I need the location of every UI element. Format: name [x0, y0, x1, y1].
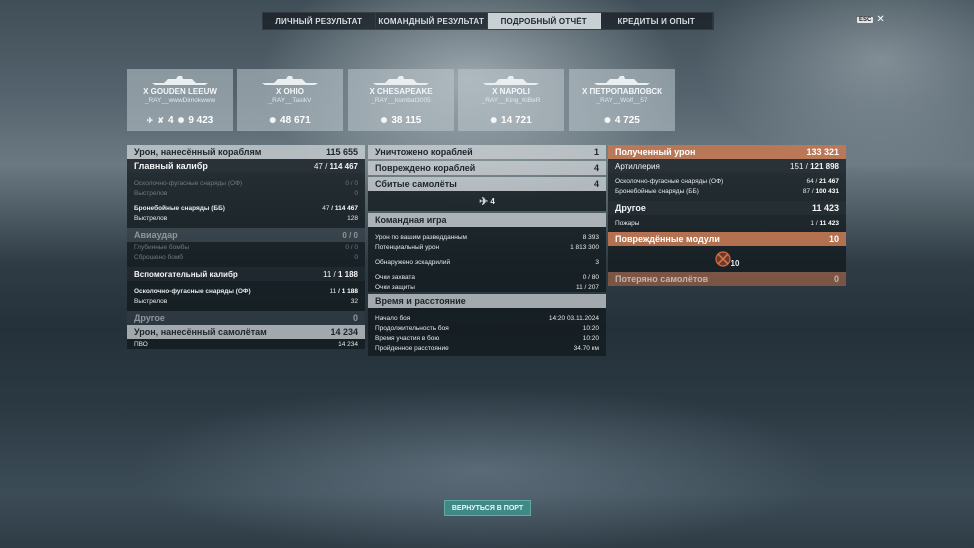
depth-charges-row: Глубинные бомбы 0 / 0	[127, 242, 365, 252]
player-name: _RAY__King_KiBeR	[481, 97, 541, 104]
ship-silhouette-icon	[373, 76, 429, 85]
main-battery-value: 47 / 114 467	[313, 161, 358, 171]
ship-name: X CHESAPEAKE	[369, 87, 433, 96]
close-icon: ✕	[876, 14, 885, 25]
ship-stats: ✺ 4 725	[569, 115, 675, 126]
planes-shot-icon-value: 4	[490, 196, 495, 206]
main-he-shots-row: Выстрелов 0	[127, 188, 365, 198]
ship-silhouette-icon	[483, 76, 539, 85]
damaged-modules-icon-value: 10	[730, 258, 740, 268]
damage-value: 48 671	[280, 115, 311, 126]
ship-name: X OHIO	[275, 87, 304, 96]
team-play-header: Командная игра	[368, 213, 606, 227]
plane-damage-header: Урон, нанесённый самолётам 14 234	[127, 325, 365, 339]
damage-dealt-panel: Урон, нанесённый кораблям 115 655 Главны…	[127, 145, 365, 349]
damaged-modules-icon-row: 10	[608, 246, 846, 272]
participation-time-row: Время участия в бою 10:20	[368, 333, 606, 343]
defense-points-row: Очки защиты 11 / 207	[368, 282, 606, 292]
team-stats-panel: Уничтожено кораблей 1 Повреждено кораблей…	[368, 145, 606, 356]
plane-kill-icon: ✈	[479, 195, 489, 208]
fires-row: Пожары 1 / 11 423	[608, 218, 846, 228]
ship-damage-header: Урон, нанесённый кораблям 115 655	[127, 145, 365, 159]
distance-row: Пройденное расстояние 34.70 км	[368, 343, 606, 353]
player-name: _RAY__wwwDimokwww	[144, 97, 216, 104]
damage-value: 9 423	[188, 115, 214, 126]
ship-card[interactable]: X NAPOLI _RAY__King_KiBeR ✺ 14 721	[458, 69, 564, 131]
time-distance-header: Время и расстояние	[368, 294, 606, 308]
ships-damaged-row: Повреждено кораблей 4	[368, 161, 606, 175]
tab-credits-xp[interactable]: КРЕДИТЫ И ОПЫТ	[601, 13, 713, 29]
tab-detailed-report[interactable]: ПОДРОБНЫЙ ОТЧЁТ	[488, 13, 601, 29]
aa-row: ПВО 14 234	[127, 339, 365, 349]
main-battery-label: Главный калибр	[134, 161, 208, 171]
bombs-dropped-row: Сброшено бомб 0	[127, 252, 365, 262]
damage-value: 14 721	[501, 115, 532, 126]
ship-silhouette-icon	[152, 76, 208, 85]
spotting-damage-row: Урон по вашим разведданным 8 393	[368, 232, 606, 242]
ship-card[interactable]: X CHESAPEAKE _RAY__kombat3005 ✺ 38 115	[348, 69, 454, 131]
lost-planes-header: Потеряно самолётов 0	[608, 272, 846, 286]
ship-name: X NAPOLI	[492, 87, 530, 96]
result-tabs: ЛИЧНЫЙ РЕЗУЛЬТАТ КОМАНДНЫЙ РЕЗУЛЬТАТ ПОД…	[262, 12, 714, 30]
player-name: _RAY__Wolf__57	[596, 97, 648, 104]
main-ap-shots-row: Выстрелов 128	[127, 213, 365, 223]
ship-stats: ✺ 48 671	[237, 115, 343, 126]
damage-icon: ✺	[490, 116, 498, 125]
ship-stats: ✺ 14 721	[458, 115, 564, 126]
damaged-modules-header: Повреждённые модули 10	[608, 232, 846, 246]
damage-value: 38 115	[391, 115, 422, 126]
potential-damage-row: Потенциальный урон 1 813 300	[368, 242, 606, 252]
secondary-he-row: Осколочно-фугасные снаряды (ОФ) 11 / 1 1…	[127, 286, 365, 296]
plane-icon: ✈	[146, 116, 154, 125]
damage-received-panel: Полученный урон 133 321 Артиллерия 151 / …	[608, 145, 846, 286]
planes-shot-value: 4	[168, 115, 174, 126]
ship-name: X ПЕТРОПАВЛОВСК	[581, 87, 663, 96]
ships-destroyed-row: Уничтожено кораблей 1	[368, 145, 606, 159]
received-ap-row: Бронебойные снаряды (ББ) 87 / 100 431	[608, 186, 846, 196]
airstrike-header: Авиаудар 0 / 0	[127, 228, 365, 242]
received-damage-header: Полученный урон 133 321	[608, 145, 846, 159]
received-he-row: Осколочно-фугасные снаряды (ОФ) 64 / 21 …	[608, 176, 846, 186]
ship-card[interactable]: X OHIO _RAY__TasikV ✺ 48 671	[237, 69, 343, 131]
close-button[interactable]: ESC ✕	[857, 14, 885, 25]
secondary-battery-header: Вспомогательный калибр 11 / 1 188	[127, 267, 365, 281]
artillery-header: Артиллерия 151 / 121 898	[608, 159, 846, 173]
tab-team[interactable]: КОМАНДНЫЙ РЕЗУЛЬТАТ	[376, 13, 488, 29]
ship-stats: ✈ ✘ 4 ✺ 9 423	[127, 115, 233, 126]
damage-icon: ✺	[380, 116, 388, 125]
damaged-module-icon	[714, 251, 731, 267]
received-other-header: Другое 11 423	[608, 201, 846, 215]
ship-silhouette-icon	[594, 76, 650, 85]
main-ap-row: Бронебойные снаряды (ББ) 47 / 114 467	[127, 203, 365, 213]
other-damage-header: Другое 0	[127, 311, 365, 325]
player-name: _RAY__TasikV	[268, 97, 312, 104]
battle-start-row: Начало боя 14:20 03.11.2024	[368, 313, 606, 323]
ship-name: X GOUDEN LEEUW	[143, 87, 217, 96]
main-he-row: Осколочно-фугасные снаряды (ОФ) 0 / 0	[127, 178, 365, 188]
damage-icon: ✺	[604, 116, 611, 125]
planes-shot-icon-row: ✈ 4	[368, 191, 606, 211]
battle-duration-row: Продолжительность боя 10:20	[368, 323, 606, 333]
main-battery-header: Главный калибр 47 / 114 467	[127, 159, 365, 173]
ship-card[interactable]: X ПЕТРОПАВЛОВСК _RAY__Wolf__57 ✺ 4 725	[569, 69, 675, 131]
ship-card[interactable]: X GOUDEN LEEUW _RAY__wwwDimokwww ✈ ✘ 4 ✺…	[127, 69, 233, 131]
ship-silhouette-icon	[262, 76, 318, 85]
return-to-port-button[interactable]: ВЕРНУТЬСЯ В ПОРТ	[444, 500, 531, 516]
esc-key-label: ESC	[857, 16, 874, 23]
planes-shot-row: Сбитые самолёты 4	[368, 177, 606, 191]
aa-kill-icon: ✘	[157, 116, 165, 125]
squadrons-spotted-row: Обнаружено эскадрилий 3	[368, 257, 606, 267]
tab-personal[interactable]: ЛИЧНЫЙ РЕЗУЛЬТАТ	[263, 13, 376, 29]
damage-value: 4 725	[614, 115, 640, 126]
ship-damage-label: Урон, нанесённый кораблям	[134, 147, 262, 157]
ship-damage-value: 115 655	[325, 147, 358, 157]
damage-icon: ✺	[177, 116, 185, 125]
ship-stats: ✺ 38 115	[348, 115, 454, 126]
secondary-shots-row: Выстрелов 32	[127, 296, 365, 306]
player-name: _RAY__kombat3005	[371, 97, 431, 104]
capture-points-row: Очки захвата 0 / 80	[368, 272, 606, 282]
damage-icon: ✺	[269, 116, 277, 125]
